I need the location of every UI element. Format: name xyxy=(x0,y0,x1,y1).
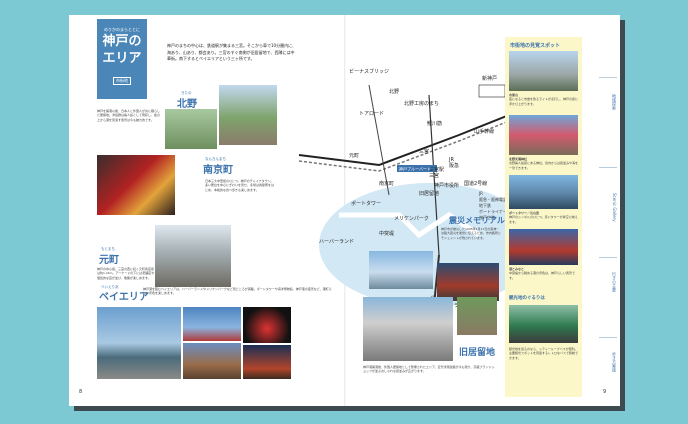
memorial-photo-1 xyxy=(369,251,433,289)
tab-1[interactable]: 地域探索 xyxy=(599,77,617,122)
map-label: 鯉川筋 xyxy=(427,120,442,127)
memorial-photo-2 xyxy=(437,263,499,301)
shin-kobe-station xyxy=(478,84,506,98)
nankinmachi-heading: 南京町 xyxy=(203,165,233,176)
map-label: 北野 xyxy=(389,88,399,95)
map-legend-item: JR xyxy=(478,191,483,196)
kyukyoryuchi-text: 神戸港開港後、外国人居留地として整備されたエリア。近代洋風建築が今も残り、高級ブ… xyxy=(363,365,495,374)
magazine-spread: めりかのまらととに 神戸のエリア 市街地 神戸のまちの中心は、鉄道駅が集まる三宮… xyxy=(69,15,620,406)
spot-photo-1 xyxy=(509,51,578,91)
map-label: トアロード xyxy=(359,111,384,117)
map-label: ビーナスブリッジ xyxy=(349,68,389,75)
map-label: 国道2号線 xyxy=(464,180,487,187)
page-number-right: 9 xyxy=(603,389,607,395)
bayarea-photo-3 xyxy=(183,343,241,379)
spot-text-2: 北野異人館街にある神社。境内からは街並みや海を一望できます。 xyxy=(509,161,579,170)
spot-text-1: 夜になると市章を象るライトが点灯し、神戸の街に浮かび上がります。 xyxy=(509,97,579,106)
map-label: 南京町 xyxy=(379,180,394,187)
spot-photo-4 xyxy=(509,229,578,265)
spot-photo-3 xyxy=(509,175,578,209)
kyukyoryuchi-heading: 旧居留地 xyxy=(459,348,496,358)
kitano-text: 神戸を開港以後、日本人と外国人が共に暮らした居留地。洋館群は異人館として現存し、… xyxy=(97,109,161,122)
map-label: 三宮 xyxy=(419,148,429,155)
tab-4[interactable]: 歩き方実践 xyxy=(599,337,617,382)
map-label: 元町 xyxy=(349,153,359,159)
map-label: ハーバーランド xyxy=(319,239,354,245)
bayarea-heading: ベイエリア xyxy=(99,292,149,303)
map-label: 旧居留地 xyxy=(419,190,439,197)
map-legend-item: ポートライナー xyxy=(479,208,507,214)
sidebar-title: 市街地の見覚スポット xyxy=(510,43,561,49)
bayarea-photo-5 xyxy=(243,345,291,379)
map-label: 三宮 xyxy=(429,172,439,179)
sidebar-sub-heading: 観光地のぐるりは xyxy=(509,296,545,301)
map-legend-item: 地下鉄 xyxy=(479,202,491,208)
bayarea-photo-1 xyxy=(97,307,181,379)
map-label: 北野工房のまち xyxy=(404,100,439,107)
page-title: 神戸のエリア xyxy=(102,34,142,66)
intro-text: 神戸のまちの中心は、鉄道駅が集まる三宮。そこから車で10分圏内に、海あり、山あり… xyxy=(167,43,296,61)
page-number-left: 8 xyxy=(79,389,83,395)
nankinmachi-text: 日本三大中華街のひとつ。神戸のチャイナタウン。多い屋台を中心にぎわいを見せ、冬場… xyxy=(205,179,275,192)
memorial-heading: 震災メモリアル xyxy=(449,215,505,225)
motomachi-text: 神戸の中心街。三宮の西に続く元町商店街は約1.2km。アーケードの下には老舗店や… xyxy=(97,267,155,280)
kitano-photo-1 xyxy=(165,109,217,149)
motomachi-heading: 元町 xyxy=(99,255,119,266)
loop-bus-photo xyxy=(509,305,578,343)
memorial-text: 神戸市が被災した1995年1月17日の阪神・淡路大震災を後世に伝えるため、市内各… xyxy=(441,227,501,240)
area-tag: 市街地 xyxy=(113,77,131,85)
road-tor xyxy=(368,84,390,196)
map-label: メリケンパーク xyxy=(394,215,429,222)
map-label: ポートタワー xyxy=(351,200,381,207)
sidebar-sub-text: 観光地を巡るのなら、シティーループバスが便利。主要観光スポットを周遊するレトロな… xyxy=(509,347,579,360)
rail-line-jr xyxy=(298,114,510,167)
map-label: 新神戸 xyxy=(482,75,497,82)
bayarea-photo-2 xyxy=(183,307,241,341)
tab-3[interactable]: 行きの主要 xyxy=(599,257,617,302)
nankinmachi-photo xyxy=(97,155,175,215)
spot-photo-2 xyxy=(509,115,578,155)
kitano-photo-2 xyxy=(219,85,277,145)
map-label: 中突堤 xyxy=(379,230,394,237)
kyukyoryuchi-photo-2 xyxy=(457,297,497,335)
tab-2[interactable]: Scenic Gallery xyxy=(599,167,617,242)
spot-text-4: 中突堤から眺める港の景色は、神戸らしい風景です。 xyxy=(509,271,576,280)
map-legend-item: 阪急・阪神電鉄 xyxy=(479,196,507,202)
map-label: 山手幹線 xyxy=(474,128,494,135)
area-title-box: めりかのまらととに 神戸のエリア 市街地 xyxy=(97,19,147,99)
station-box-label: 神戸ブルーバード xyxy=(399,166,431,172)
kyukyoryuchi-photo-1 xyxy=(363,297,453,361)
map-label: 三宮駅 xyxy=(429,166,444,173)
map-label: 神戸市役所 xyxy=(434,182,459,189)
map-label: 阪急 xyxy=(449,162,459,169)
spot-text-3: 神戸のシンボルのひとつ。赤いタワーが青空に映えます。 xyxy=(509,215,578,224)
kitano-heading: 北野 xyxy=(177,99,197,110)
motomachi-photo xyxy=(155,225,231,287)
